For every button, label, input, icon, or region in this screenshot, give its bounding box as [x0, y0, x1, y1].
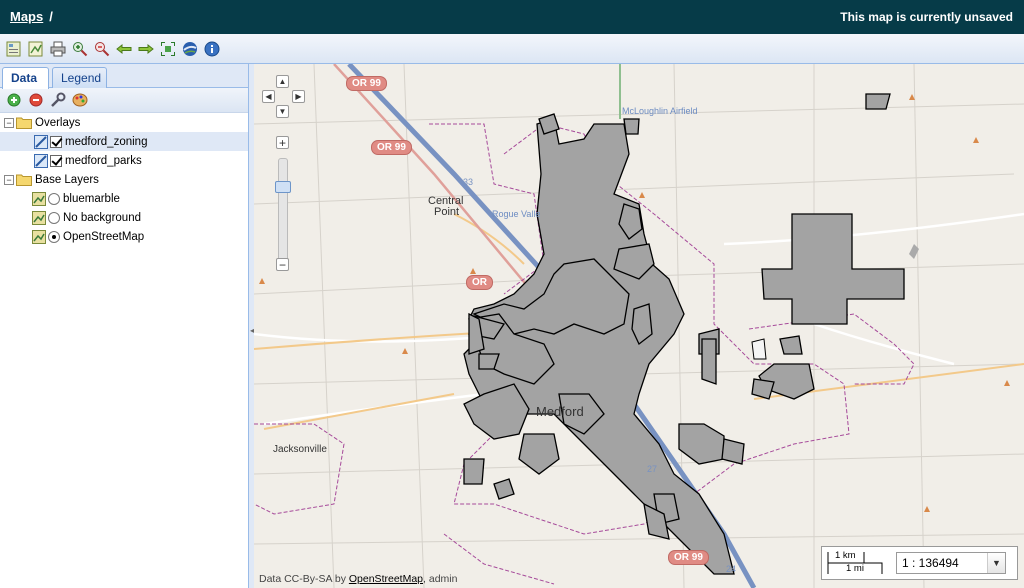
road-shield-or99: OR 99: [371, 140, 412, 155]
layer-visibility-checkbox[interactable]: [50, 135, 62, 148]
google-earth-icon[interactable]: [179, 38, 200, 59]
zoom-slider-track[interactable]: [278, 158, 288, 262]
layer-visibility-checkbox[interactable]: [50, 154, 62, 167]
attribution-prefix: Data CC-By-SA by: [259, 573, 349, 585]
layer-toolbar: [0, 88, 248, 113]
base-layer-item-bluemarble[interactable]: bluemarble: [0, 189, 248, 208]
base-layer-item-openstreetmap[interactable]: OpenStreetMap: [0, 227, 248, 246]
remove-layer-icon[interactable]: [26, 91, 46, 109]
breadcrumb-separator: /: [49, 9, 53, 24]
attribution-osm-link[interactable]: OpenStreetMap: [349, 573, 423, 585]
layer-label: medford_parks: [65, 154, 142, 167]
scale-line: 1 km 1 mi: [826, 550, 886, 576]
collapse-toggle-icon[interactable]: −: [4, 174, 14, 185]
scale-km-label: 1 km: [835, 550, 856, 561]
folder-icon: [16, 174, 32, 186]
base-layer-item-no-background[interactable]: No background: [0, 208, 248, 227]
layer-properties-icon[interactable]: [48, 91, 68, 109]
forward-arrow-icon[interactable]: [135, 38, 156, 59]
scale-select[interactable]: 1 : 136494 ▼: [896, 552, 1006, 574]
map-viewport[interactable]: McLoughlin Airfield Central Point Rogue …: [254, 64, 1024, 588]
zoom-extent-icon[interactable]: [157, 38, 178, 59]
layer-label: bluemarble: [63, 192, 120, 205]
folder-icon: [16, 117, 32, 129]
tab-legend[interactable]: Legend: [52, 67, 107, 88]
raster-layer-icon: [32, 191, 46, 206]
pan-down-icon[interactable]: ▼: [276, 105, 289, 118]
attribution-suffix: , admin: [423, 573, 458, 585]
layer-label: OpenStreetMap: [63, 230, 145, 243]
road-shield-or99: OR 99: [668, 550, 709, 565]
pan-left-icon[interactable]: ◀: [262, 90, 275, 103]
layer-label: No background: [63, 211, 141, 224]
map-canvas[interactable]: [254, 64, 1024, 588]
panel-tabs: Data Legend: [0, 64, 248, 89]
scale-mi-label: 1 mi: [846, 563, 864, 574]
map-properties-icon[interactable]: [25, 38, 46, 59]
layer-item-medford-zoning[interactable]: medford_zoning: [0, 132, 248, 151]
base-layer-radio[interactable]: [48, 192, 60, 205]
overlays-label: Overlays: [35, 116, 81, 129]
map-label-medford: Medford: [536, 404, 584, 419]
road-shield-or99: OR: [466, 275, 493, 290]
base-layers-folder[interactable]: − Base Layers: [0, 170, 248, 189]
map-label-central-point-2: Point: [434, 206, 460, 218]
zoom-in-icon[interactable]: [69, 38, 90, 59]
zoom-slider-thumb[interactable]: [275, 181, 291, 193]
styles-icon[interactable]: [70, 91, 90, 109]
scale-value: 1 : 136494: [902, 556, 959, 570]
back-arrow-icon[interactable]: [113, 38, 134, 59]
zoom-out-button[interactable]: −: [276, 258, 289, 272]
base-layer-radio[interactable]: [48, 230, 60, 243]
road-shield-or99: OR 99: [346, 76, 387, 91]
print-icon[interactable]: [47, 38, 68, 59]
zoom-out-icon[interactable]: [91, 38, 112, 59]
scale-control: 1 km 1 mi 1 : 136494 ▼: [821, 546, 1018, 580]
vector-layer-icon: [34, 153, 48, 168]
layer-label: medford_zoning: [65, 135, 148, 148]
map-label-hwy-24: 24: [726, 564, 737, 574]
raster-layer-icon: [32, 210, 46, 225]
app-header: Maps / This map is currently unsaved: [0, 0, 1024, 34]
layer-item-medford-parks[interactable]: medford_parks: [0, 151, 248, 170]
add-layer-icon[interactable]: [4, 91, 24, 109]
vector-layer-icon: [34, 134, 48, 149]
map-label-jacksonville: Jacksonville: [273, 444, 327, 455]
overlays-folder[interactable]: − Overlays: [0, 113, 248, 132]
chevron-down-icon[interactable]: ▼: [987, 553, 1005, 573]
pan-right-icon[interactable]: ▶: [292, 90, 305, 103]
map-label-airfield: McLoughlin Airfield: [622, 106, 698, 116]
map-attribution: Data CC-By-SA by OpenStreetMap, admin: [259, 573, 457, 585]
new-map-icon[interactable]: [3, 38, 24, 59]
pan-up-icon[interactable]: ▲: [276, 75, 289, 88]
map-label-hwy-27: 27: [647, 464, 658, 474]
raster-layer-icon: [32, 229, 46, 244]
breadcrumb: Maps /: [10, 9, 53, 24]
zoom-in-button[interactable]: +: [276, 136, 289, 150]
layer-panel: Data Legend − Overlays medford_zoning me…: [0, 64, 249, 588]
map-label-rogue-valley: Rogue Valle: [492, 209, 541, 219]
base-layers-label: Base Layers: [35, 173, 99, 186]
tab-data[interactable]: Data: [2, 67, 49, 89]
save-status: This map is currently unsaved: [840, 10, 1013, 24]
collapse-toggle-icon[interactable]: −: [4, 117, 14, 128]
layer-tree: − Overlays medford_zoning medford_parks …: [0, 113, 248, 246]
main-toolbar: [0, 34, 1024, 64]
map-label-hwy-33: 33: [463, 177, 474, 187]
base-layer-radio[interactable]: [48, 211, 60, 224]
breadcrumb-maps-link[interactable]: Maps: [10, 9, 43, 24]
info-icon[interactable]: [201, 38, 222, 59]
